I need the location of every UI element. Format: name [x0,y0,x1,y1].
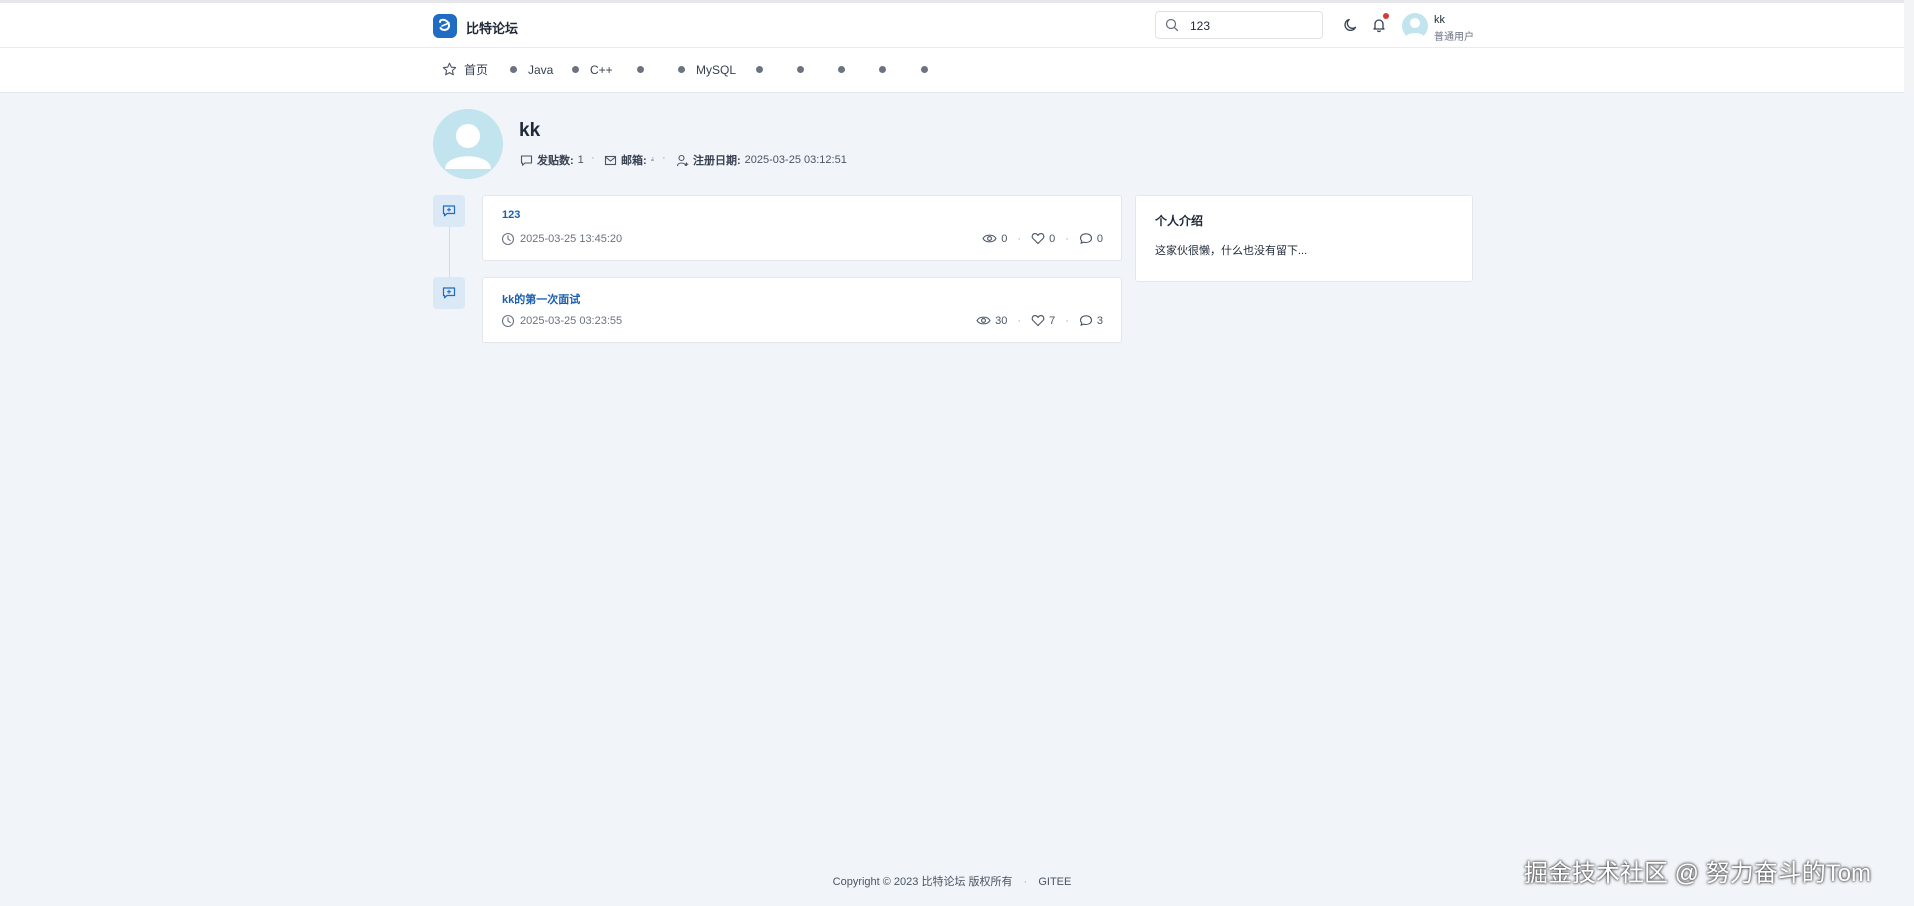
brand-name[interactable]: 比特论坛 [466,18,518,37]
nav-dot-icon [510,66,517,73]
gitee-link[interactable]: GITEE [1038,876,1071,888]
nav-item-home[interactable]: 首页 [464,62,488,78]
post-card[interactable]: kk的第一次面试 2025-03-25 03:23:55 30 · 7 · 3 [482,277,1122,343]
register-label: 注册日期: [693,155,741,167]
likes-count: 7 [1049,314,1056,327]
message-icon [442,287,456,299]
heart-icon [1031,233,1045,245]
comment-square-icon [520,154,533,166]
profile-avatar [433,109,503,179]
nav-dot-icon [678,66,685,73]
post-date: 2025-03-25 03:23:55 [501,314,622,328]
post-date-text: 2025-03-25 03:23:55 [520,315,623,327]
mail-icon [604,155,617,165]
nav-dot-icon[interactable] [797,66,804,73]
search-box[interactable] [1155,11,1323,39]
nav-item-mysql[interactable]: MySQL [696,62,736,78]
post-date: 2025-03-25 13:45:20 [501,232,622,246]
email-label: 邮箱: [621,155,647,167]
post-stats: 30 · 7 · 3 [976,314,1103,327]
separator-dot: · [1065,232,1069,245]
comment-icon [1079,315,1092,326]
separator-dot: · [1065,314,1069,327]
star-icon [442,62,457,76]
clock-icon [501,314,515,328]
separator-dot: · [1023,876,1028,888]
nav-item-cpp[interactable]: C++ [590,62,613,78]
eye-icon [976,316,991,325]
posts-label: 发贴数: [537,155,574,167]
post-stats: 0 · 0 · 0 [982,232,1103,245]
nav-item-java[interactable]: Java [528,62,553,78]
header: 比特论坛 kk 普通用户 [0,3,1904,48]
post-title-link[interactable]: kk的第一次面试 [502,291,580,307]
message-icon [442,205,456,217]
nav-dot-icon[interactable] [879,66,886,73]
views-count: 30 [995,314,1008,327]
watermark: 掘金技术社区 @ 努力奋斗的Tom [1524,860,1872,887]
scrollbar[interactable] [1904,0,1914,92]
nav-dot-icon [572,66,579,73]
post-card[interactable]: 123 2025-03-25 13:45:20 0 · 0 · 0 [482,195,1122,261]
email: 邮箱: - [604,152,654,168]
about-title: 个人介绍 [1155,214,1204,228]
about-card: 个人介绍 这家伙很懒，什么也没有留下... [1135,195,1473,282]
comments-count: 0 [1096,232,1103,245]
separator-dot: · [651,152,655,164]
logo-icon[interactable] [433,14,457,38]
profile-name: kk [519,120,541,141]
clock-icon [501,232,515,246]
posts-count: 发贴数: 1 [520,152,584,168]
search-icon [1165,18,1179,32]
bell-icon[interactable] [1371,17,1387,33]
heart-icon [1031,315,1045,327]
posts-value: 1 [577,154,584,166]
register-value: 2025-03-25 03:12:51 [744,154,847,166]
separator-dot: · [1017,314,1022,327]
nav-dot-icon[interactable] [838,66,845,73]
nav-bar [0,48,1904,93]
separator-dot: · [662,152,666,164]
search-input[interactable] [1188,15,1318,37]
dark-mode-icon[interactable] [1343,17,1359,33]
comments-count: 3 [1096,314,1103,327]
nav-dot-icon[interactable] [921,66,928,73]
user-name[interactable]: kk [1434,14,1445,26]
timeline-line [449,227,450,279]
notification-dot [1383,13,1389,19]
user-add-icon [676,154,689,166]
nav-dot-icon[interactable] [637,66,644,73]
comment-icon [1079,233,1092,244]
user-avatar[interactable] [1402,13,1428,39]
likes-count: 0 [1049,232,1056,245]
eye-icon [982,234,997,243]
copyright-text: Copyright © 2023 比特论坛 版权所有 [832,876,1013,888]
user-role: 普通用户 [1434,32,1474,43]
timeline-badge [433,277,465,309]
post-date-text: 2025-03-25 13:45:20 [520,233,623,245]
about-text: 这家伙很懒，什么也没有留下... [1155,245,1308,257]
register-date: 注册日期: 2025-03-25 03:12:51 [676,152,847,168]
separator-dot: · [591,152,595,164]
separator-dot: · [1017,232,1022,245]
nav-dot-icon[interactable] [756,66,763,73]
post-title-link[interactable]: 123 [502,209,520,221]
views-count: 0 [1001,232,1008,245]
timeline-badge [433,195,465,227]
